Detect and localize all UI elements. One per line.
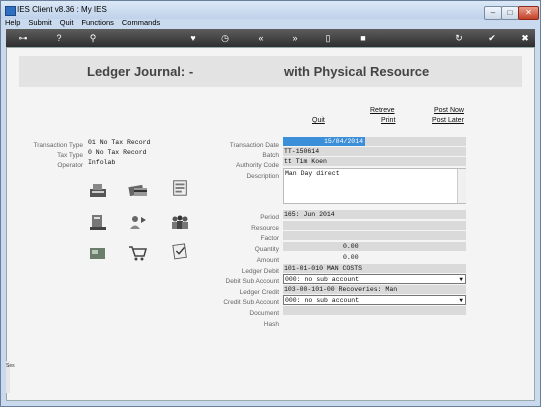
side-panel: Ses (6, 361, 15, 393)
transaction-date-filler (365, 137, 466, 146)
amount-value[interactable]: 0.00 (343, 253, 359, 262)
period-label: Period (260, 214, 279, 221)
batch-field[interactable]: TT-150614 (283, 147, 466, 156)
side-text: Ses (6, 363, 15, 369)
credit-sub-account-select[interactable]: 000: no sub account ▼ (283, 295, 466, 305)
maximize-button[interactable]: □ (501, 6, 519, 20)
debit-sub-account-value: 000: no sub account (285, 276, 360, 283)
transaction-date-label: Transaction Date (229, 142, 279, 149)
quantity-value[interactable]: 0.00 (343, 242, 359, 251)
clock-icon[interactable]: ◷ (218, 32, 232, 44)
search-icon[interactable]: ⚲ (86, 32, 100, 44)
ledger-debit-field[interactable]: 101-01-010 MAN COSTS (283, 264, 466, 273)
authority-code-label: Authority Code (236, 162, 279, 169)
team-icon[interactable] (169, 213, 191, 231)
retrieve-link[interactable]: Retreve (370, 107, 395, 114)
batch-label: Batch (262, 152, 279, 159)
page-title-right: with Physical Resource (284, 64, 430, 79)
document-icon[interactable]: ▯ (321, 32, 335, 44)
document-person-icon[interactable] (87, 213, 109, 231)
rewind-icon[interactable]: « (254, 32, 268, 44)
period-field[interactable]: 165: Jun 2014 (283, 210, 466, 219)
transaction-date-field[interactable]: 15/04/2014 (283, 137, 365, 146)
operator-label: Operator (57, 162, 83, 169)
ledger-credit-label: Ledger Credit (239, 289, 279, 296)
page-title-left: Ledger Journal: - (87, 64, 194, 79)
quit-link[interactable]: Quit (312, 117, 325, 124)
dropdown-arrow-icon: ▼ (459, 297, 463, 304)
authority-code-field[interactable]: tt Tim Koen (283, 157, 466, 166)
post-now-link[interactable]: Post Now (434, 107, 464, 114)
window-title: IES Client v8.36 : My IES (17, 5, 107, 14)
cash-register-icon[interactable] (87, 181, 109, 199)
menu-functions[interactable]: Functions (81, 18, 114, 27)
help-icon[interactable]: ? (52, 32, 66, 44)
menu-submit[interactable]: Submit (28, 18, 51, 27)
tax-type-label: Tax Type (57, 152, 83, 159)
document-label: Document (249, 310, 279, 317)
debit-sub-account-select[interactable]: 000: no sub account ▼ (283, 274, 466, 284)
forward-icon[interactable]: » (288, 32, 302, 44)
hash-label: Hash (263, 321, 279, 328)
document-field[interactable] (283, 306, 466, 315)
factor-label: Factor (260, 235, 279, 242)
transaction-type-label: Transaction Type (33, 142, 84, 149)
title-bar: IES Client v8.36 : My IES – □ ✕ (1, 1, 540, 20)
resource-label: Resource (251, 225, 279, 232)
description-field[interactable]: Man Day direct (283, 168, 466, 204)
quantity-label: Quantity (254, 246, 279, 253)
operator-value: Infolab (88, 159, 116, 166)
menu-quit[interactable]: Quit (60, 18, 74, 27)
quantity-row: 0.00 (283, 242, 466, 251)
cancel-icon[interactable]: ✖ (518, 32, 532, 44)
debit-sub-account-label: Debit Sub Account (225, 278, 279, 285)
key-icon[interactable]: ⊶ (12, 32, 34, 44)
checklist-icon[interactable] (169, 242, 191, 260)
close-button[interactable]: ✕ (518, 6, 539, 20)
page-header: Ledger Journal: - with Physical Resource (19, 56, 522, 87)
print-link[interactable]: Print (381, 117, 395, 124)
amount-row: 0.00 (283, 253, 466, 262)
menu-bar: Help Submit Quit Functions Commands (5, 18, 166, 29)
post-later-link[interactable]: Post Later (432, 117, 464, 124)
stop-icon[interactable]: ■ (356, 32, 370, 44)
toolbar: ⊶ ? ⚲ ♥ ◷ « » ▯ ■ ↻ ✔ ✖ (6, 29, 535, 47)
check-icon[interactable]: ✔ (485, 32, 499, 44)
menu-commands[interactable]: Commands (122, 18, 160, 27)
report-icon[interactable] (169, 179, 191, 197)
app-icon (5, 6, 16, 16)
description-scrollbar[interactable] (457, 169, 466, 203)
resource-field[interactable] (283, 221, 466, 230)
minimize-button[interactable]: – (484, 6, 502, 20)
credit-sub-account-label: Credit Sub Account (223, 299, 279, 306)
factor-field[interactable] (283, 231, 466, 240)
hash-field[interactable] (283, 317, 466, 326)
credit-sub-account-value: 000: no sub account (285, 297, 360, 304)
tax-type-value: 0 No Tax Record (88, 149, 147, 156)
dropdown-arrow-icon: ▼ (459, 276, 463, 283)
ledger-debit-label: Ledger Debit (241, 268, 279, 275)
refresh-icon[interactable]: ↻ (452, 32, 466, 44)
amount-label: Amount (256, 257, 279, 264)
ledger-credit-field[interactable]: 103-00-101-00 Recoveries: Man (283, 285, 466, 294)
shopping-cart-icon[interactable] (127, 244, 149, 262)
heart-icon[interactable]: ♥ (186, 32, 200, 44)
credit-card-icon[interactable] (127, 181, 149, 199)
main-content: Ledger Journal: - with Physical Resource… (6, 47, 535, 401)
app-window: IES Client v8.36 : My IES – □ ✕ Help Sub… (0, 0, 541, 407)
transaction-type-value: 01 No Tax Record (88, 139, 151, 146)
description-label: Description (246, 173, 279, 180)
green-card-icon[interactable] (87, 244, 109, 262)
person-transfer-icon[interactable] (127, 213, 149, 231)
menu-help[interactable]: Help (5, 18, 20, 27)
